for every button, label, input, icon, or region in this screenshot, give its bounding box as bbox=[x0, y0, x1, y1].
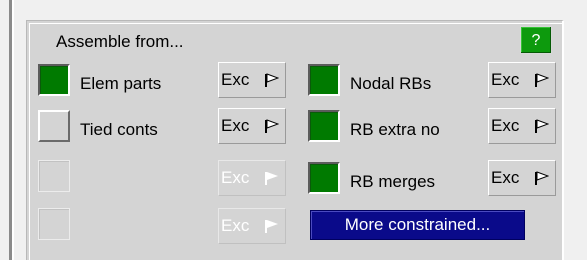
elem-parts-exc-button[interactable]: Exc bbox=[218, 62, 286, 98]
tied-conts-toggle[interactable] bbox=[38, 110, 70, 142]
disabled-exc-button-row3: Exc bbox=[218, 160, 286, 196]
panel-title: Assemble from... bbox=[56, 32, 184, 51]
assemble-page: Assemble from... ? Elem parts Exc Tied c… bbox=[0, 0, 587, 260]
rb-merges-label: RB merges bbox=[350, 172, 436, 191]
rb-extra-no-exc-label: Exc bbox=[491, 116, 520, 135]
flag-icon bbox=[265, 73, 279, 87]
nodal-rbs-label: Nodal RBs bbox=[350, 74, 432, 93]
nodal-rbs-toggle[interactable] bbox=[308, 64, 340, 96]
nodal-rbs-exc-label: Exc bbox=[491, 70, 520, 89]
rb-merges-toggle[interactable] bbox=[308, 162, 340, 194]
flag-icon bbox=[265, 119, 279, 133]
rb-merges-exc-label: Exc bbox=[491, 168, 520, 187]
disabled-exc-label-row3: Exc bbox=[221, 168, 250, 187]
window-left-border-highlight bbox=[12, 0, 14, 260]
help-button[interactable]: ? bbox=[520, 26, 552, 54]
tied-conts-exc-button[interactable]: Exc bbox=[218, 108, 286, 144]
flag-icon bbox=[535, 119, 549, 133]
disabled-exc-button-row4: Exc bbox=[218, 208, 286, 244]
disabled-toggle-row3 bbox=[38, 160, 70, 192]
flag-icon bbox=[265, 220, 278, 233]
tied-conts-label: Tied conts bbox=[80, 120, 158, 139]
rb-extra-no-toggle[interactable] bbox=[308, 110, 340, 142]
elem-parts-toggle[interactable] bbox=[38, 64, 70, 96]
rb-extra-no-exc-button[interactable]: Exc bbox=[488, 108, 556, 144]
flag-icon bbox=[535, 171, 549, 185]
rb-extra-no-label: RB extra no bbox=[350, 120, 440, 139]
disabled-toggle-row4 bbox=[38, 208, 70, 240]
elem-parts-label: Elem parts bbox=[80, 74, 162, 93]
elem-parts-exc-label: Exc bbox=[221, 70, 250, 89]
rb-merges-exc-button[interactable]: Exc bbox=[488, 160, 556, 196]
nodal-rbs-exc-button[interactable]: Exc bbox=[488, 62, 556, 98]
more-constrained-button[interactable]: More constrained... bbox=[310, 210, 525, 240]
flag-icon bbox=[535, 73, 549, 87]
flag-icon bbox=[265, 172, 278, 185]
tied-conts-exc-label: Exc bbox=[221, 116, 250, 135]
disabled-exc-label-row4: Exc bbox=[221, 216, 250, 235]
